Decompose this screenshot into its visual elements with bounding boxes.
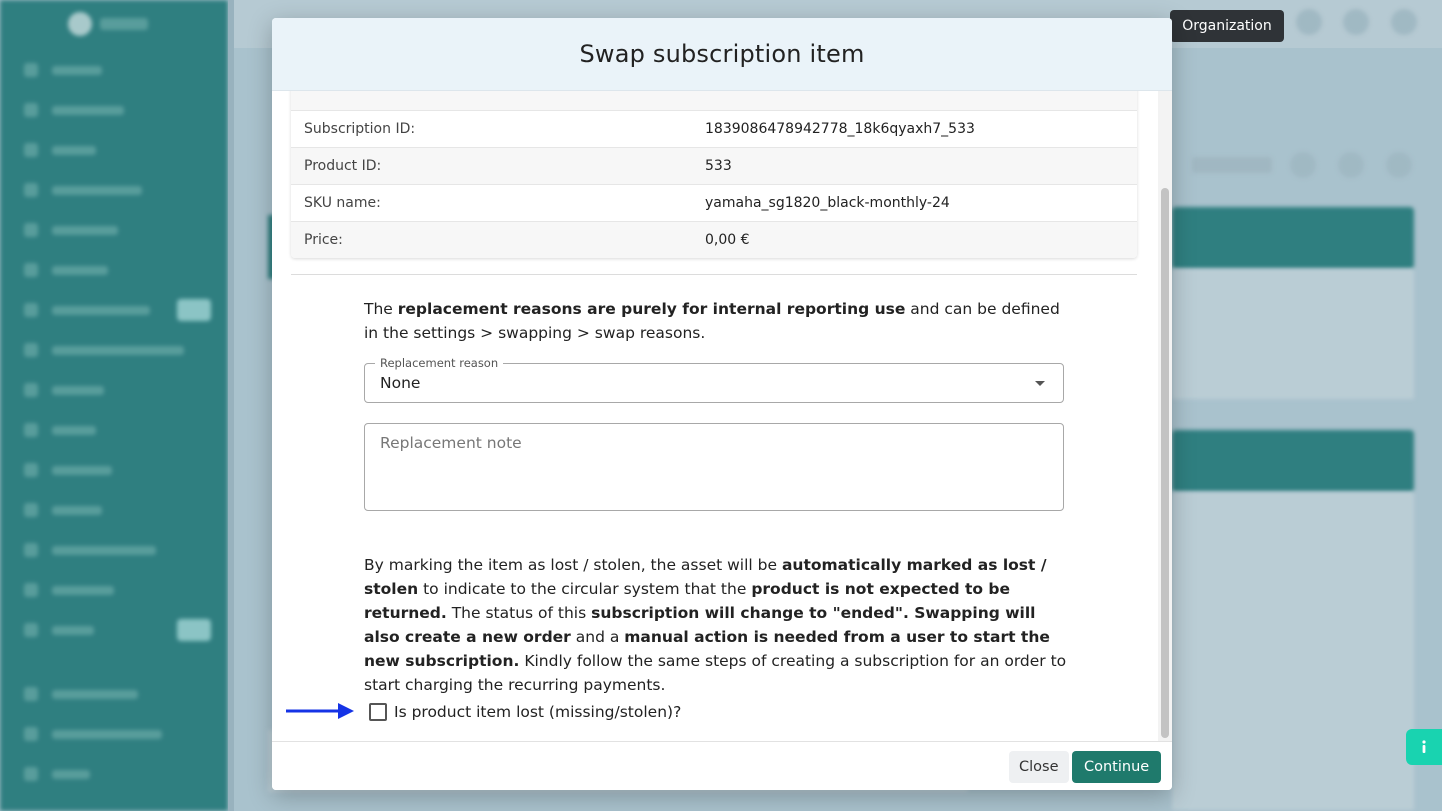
replacement-reasons-info: The replacement reasons are purely for i… bbox=[364, 300, 1060, 342]
detail-value: yamaha_sg1820_black-monthly-24 bbox=[705, 195, 950, 211]
modal-header: Swap subscription item bbox=[272, 18, 1172, 91]
replacement-reason-label: Replacement reason bbox=[375, 356, 504, 370]
table-row: Product ID: 533 bbox=[291, 147, 1137, 184]
section-divider bbox=[291, 274, 1137, 275]
detail-label: Price: bbox=[304, 232, 343, 248]
replacement-reason-value: None bbox=[380, 374, 421, 392]
modal-title: Swap subscription item bbox=[579, 40, 865, 68]
detail-label bbox=[291, 91, 705, 100]
table-row: SKU name: yamaha_sg1820_black-monthly-24 bbox=[291, 184, 1137, 221]
subscription-details-table: Subscription ID: 1839086478942778_18k6qy… bbox=[291, 91, 1137, 258]
detail-label: Subscription ID: bbox=[304, 121, 416, 137]
lost-item-checkbox-row[interactable]: Is product item lost (missing/stolen)? bbox=[369, 703, 681, 721]
replacement-note-input[interactable] bbox=[364, 423, 1064, 511]
detail-label: SKU name: bbox=[304, 195, 381, 211]
detail-value: 0,00 € bbox=[705, 232, 750, 248]
replacement-reason-select[interactable]: Replacement reason None bbox=[364, 356, 1064, 403]
info-icon bbox=[1422, 740, 1426, 753]
continue-button[interactable]: Continue bbox=[1072, 751, 1162, 783]
chevron-down-icon bbox=[1035, 381, 1045, 386]
scrollbar-thumb[interactable] bbox=[1161, 188, 1169, 738]
detail-value: 533 bbox=[705, 158, 732, 174]
lost-item-checkbox[interactable] bbox=[369, 703, 387, 721]
info-button[interactable] bbox=[1406, 729, 1442, 765]
modal-footer: Close Continue bbox=[272, 741, 1172, 790]
table-row: Subscription ID: 1839086478942778_18k6qy… bbox=[291, 110, 1137, 147]
detail-label: Product ID: bbox=[304, 158, 382, 174]
close-button[interactable]: Close bbox=[1009, 751, 1069, 783]
table-row: Price: 0,00 € bbox=[291, 221, 1137, 258]
modal-scrollbar[interactable] bbox=[1158, 91, 1172, 741]
detail-value: 1839086478942778_18k6qyaxh7_533 bbox=[705, 121, 975, 137]
lost-item-checkbox-label[interactable]: Is product item lost (missing/stolen)? bbox=[394, 703, 681, 721]
modal-body[interactable]: Subscription ID: 1839086478942778_18k6qy… bbox=[272, 91, 1158, 741]
lost-stolen-info: By marking the item as lost / stolen, th… bbox=[364, 556, 1067, 694]
table-row bbox=[291, 91, 1137, 110]
arrow-right-icon bbox=[286, 703, 354, 719]
detail-value bbox=[705, 91, 1137, 100]
organization-tooltip: Organization bbox=[1170, 10, 1284, 42]
swap-subscription-modal: Swap subscription item Subscription ID: … bbox=[272, 18, 1172, 790]
